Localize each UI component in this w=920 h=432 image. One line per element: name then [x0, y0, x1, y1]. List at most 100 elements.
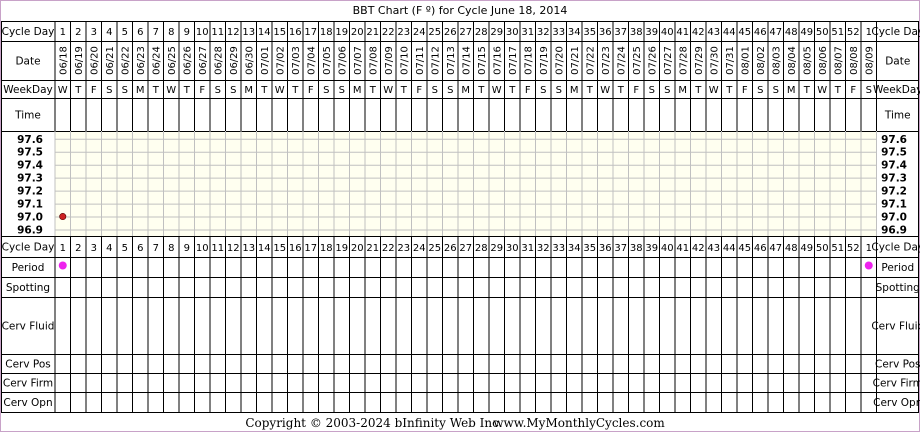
- cycle-day-label-lower: 10: [196, 243, 209, 254]
- date-label: 07/08: [368, 46, 379, 75]
- date-label: 06/26: [182, 46, 193, 75]
- date-label: 07/21: [570, 46, 581, 75]
- date-label: 06/30: [244, 46, 255, 75]
- cycle-day-label-lower: 51: [831, 243, 844, 254]
- cycle-day-label-lower: 25: [428, 243, 441, 254]
- cycle-day-label-lower: 3: [91, 243, 97, 254]
- date-label: 06/28: [213, 46, 224, 75]
- cycle-day-label: 24: [413, 27, 426, 38]
- cycle-day-label: 14: [258, 27, 271, 38]
- cycle-day-label-lower: 48: [785, 243, 798, 254]
- cycle-day-label: 1: [60, 27, 66, 38]
- footer-site-link[interactable]: www.MyMonthlyCycles.com: [493, 416, 665, 430]
- weekday-label: S: [866, 85, 872, 96]
- cycle-day-label: 20: [351, 27, 364, 38]
- date-label: 08/01: [740, 46, 751, 75]
- weekday-label: S: [323, 85, 329, 96]
- temp-label: 97.0: [17, 212, 43, 224]
- date-label: 08/08: [849, 46, 860, 75]
- weekday-label: T: [183, 85, 191, 96]
- cycle-day-label-lower: 30: [506, 243, 519, 254]
- weekday-label: T: [152, 85, 160, 96]
- weekday-label: T: [74, 85, 82, 96]
- date-label: 07/17: [508, 46, 519, 75]
- date-label: 07/13: [446, 46, 457, 75]
- date-label: 07/25: [632, 46, 643, 75]
- date-label: 07/16: [492, 46, 503, 75]
- cycle-day-label: 36: [599, 27, 612, 38]
- weekday-label: S: [664, 85, 670, 96]
- cycle-day-label-lower: 7: [153, 243, 159, 254]
- weekday-label: T: [369, 85, 377, 96]
- date-label: 07/26: [647, 46, 658, 75]
- cycle-day-label-lower: 22: [382, 243, 395, 254]
- cycle-day-label: 47: [769, 27, 782, 38]
- weekday-label: F: [742, 85, 748, 96]
- cycle-day-label-lower: 45: [738, 243, 751, 254]
- date-label: 07/05: [322, 46, 333, 75]
- date-label: 07/31: [725, 46, 736, 75]
- cycle-day-label-lower: 29: [490, 243, 503, 254]
- cycle-day-label-lower: 5: [122, 243, 128, 254]
- cycle-day-label: 12: [227, 27, 240, 38]
- cycle-day-label-lower: 21: [366, 243, 379, 254]
- weekday-label: W: [492, 85, 502, 96]
- cycle-day-label: 37: [614, 27, 627, 38]
- weekday-label: S: [230, 85, 236, 96]
- cycle-day-label-lower: 38: [630, 243, 643, 254]
- temp-label: 97.5: [17, 147, 43, 159]
- cycle-day-label: 29: [490, 27, 503, 38]
- temp-label: 96.9: [17, 225, 43, 237]
- row-label-right-cerv-firm: Cerv Firm: [873, 378, 920, 390]
- bbt-chart: BBT Chart (F º) for Cycle June 18, 2014 …: [0, 0, 920, 432]
- cycle-day-label: 28: [475, 27, 488, 38]
- cycle-day-label-lower: 17: [304, 243, 317, 254]
- cycle-day-label: 23: [397, 27, 410, 38]
- cycle-day-label-lower: 52: [847, 243, 860, 254]
- cycle-day-label-lower: 32: [537, 243, 550, 254]
- cycle-day-label-lower: 1: [866, 243, 872, 254]
- cycle-day-label-lower: 4: [106, 243, 112, 254]
- temp-label-right: 97.1: [881, 199, 907, 211]
- weekday-label: S: [649, 85, 655, 96]
- temp-label: 97.6: [17, 134, 43, 146]
- cycle-day-label: 21: [366, 27, 379, 38]
- cycle-day-label-lower: 42: [692, 243, 705, 254]
- date-label: 07/23: [601, 46, 612, 75]
- cycle-day-label: 34: [568, 27, 581, 38]
- weekday-label: S: [540, 85, 546, 96]
- cycle-day-label-lower: 34: [568, 243, 581, 254]
- cycle-day-label-lower: 36: [599, 243, 612, 254]
- row-label-cerv-pos: Cerv Pos: [5, 359, 51, 371]
- row-label-right-cerv-opn: Cerv Opn: [873, 397, 920, 409]
- row-label-right-date: Date: [885, 56, 910, 68]
- cycle-day-label-lower: 24: [413, 243, 426, 254]
- temp-label-right: 97.0: [881, 212, 907, 224]
- row-label-cerv-firm: Cerv Firm: [3, 378, 53, 390]
- weekday-label: S: [432, 85, 438, 96]
- weekday-label: W: [275, 85, 285, 96]
- cycle-day-label-lower: 13: [242, 243, 255, 254]
- cycle-day-label-lower: 46: [754, 243, 767, 254]
- date-label: 07/20: [554, 46, 565, 75]
- temperature-point: [59, 213, 67, 221]
- cycle-day-label-lower: 43: [707, 243, 720, 254]
- cycle-day-label-lower: 20: [351, 243, 364, 254]
- cycle-day-label: 15: [273, 27, 286, 38]
- weekday-label: F: [416, 85, 422, 96]
- weekday-label: S: [106, 85, 112, 96]
- weekday-label: T: [803, 85, 811, 96]
- temp-label: 97.1: [17, 199, 43, 211]
- date-label: 07/11: [415, 46, 426, 75]
- cycle-day-label: 26: [444, 27, 457, 38]
- cycle-day-label-lower: 18: [320, 243, 333, 254]
- weekday-label: S: [447, 85, 453, 96]
- cycle-day-label-lower: 33: [552, 243, 565, 254]
- date-label: 07/10: [399, 46, 410, 75]
- weekday-label: T: [291, 85, 299, 96]
- date-label: 07/04: [306, 46, 317, 75]
- weekday-label: F: [199, 85, 205, 96]
- date-label: 07/30: [709, 46, 720, 75]
- row-label-right-cerv-fluid: Cerv Fluid: [871, 321, 920, 333]
- cycle-day-label-lower: 9: [184, 243, 190, 254]
